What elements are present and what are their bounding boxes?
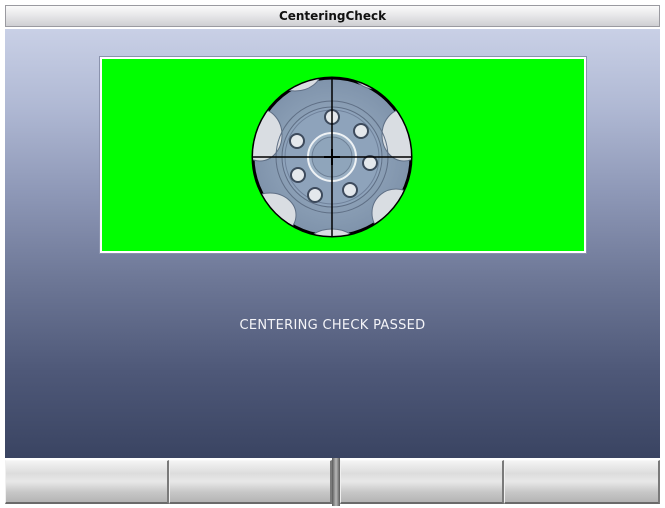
main-panel: CENTERING CHECK PASSED	[5, 29, 660, 458]
function-key-divider	[332, 458, 340, 506]
function-key-1[interactable]	[5, 460, 169, 504]
title-bar: CenteringCheck	[5, 5, 660, 27]
wheel-crosshair-icon	[251, 76, 413, 238]
window-title: CenteringCheck	[278, 9, 387, 23]
app-window: CenteringCheck CENTERING CHECK PASSED	[0, 0, 665, 508]
function-key-2[interactable]	[169, 460, 332, 504]
status-message: CENTERING CHECK PASSED	[239, 318, 426, 333]
function-key-3[interactable]	[340, 460, 504, 504]
function-key-4[interactable]	[504, 460, 660, 504]
centering-target-panel	[99, 56, 587, 254]
function-key-bar	[5, 458, 660, 506]
